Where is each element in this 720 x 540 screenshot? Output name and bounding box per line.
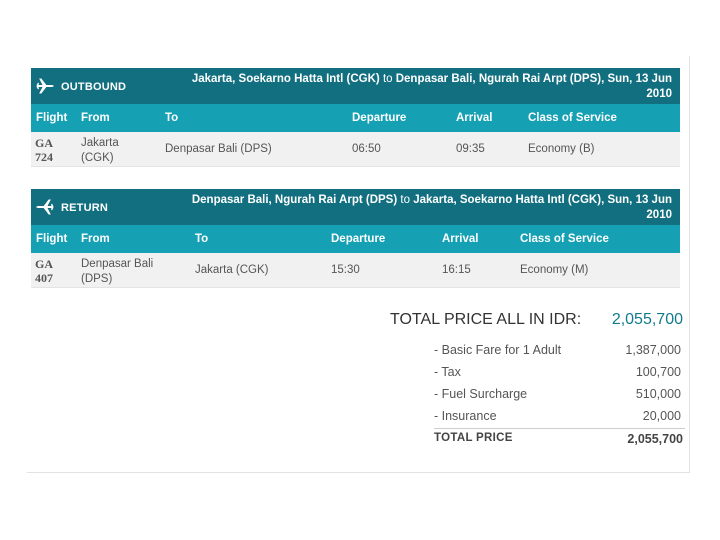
flight-arrival: 16:15 (442, 264, 471, 276)
route-to-word: to (382, 73, 393, 85)
outbound-section: OUTBOUND Jakarta, Soekarno Hatta Intl (C… (31, 68, 680, 167)
col-arrival: Arrival (456, 112, 493, 124)
from-code: (DPS) (81, 273, 113, 285)
breakdown-value: 1,387,000 (625, 343, 681, 357)
outbound-header: OUTBOUND Jakarta, Soekarno Hatta Intl (C… (31, 68, 680, 104)
return-section: RETURN Denpasar Bali, Ngurah Rai Arpt (D… (31, 189, 680, 288)
route-origin: Jakarta, Soekarno Hatta Intl (CGK) (191, 73, 380, 85)
flight-departure: 15:30 (331, 264, 360, 276)
breakdown-value: 100,700 (635, 365, 681, 379)
flight-airline: GA (35, 136, 53, 150)
route-origin: Denpasar Bali, Ngurah Rai Arpt (DPS) (191, 194, 398, 206)
flight-code: 724 (35, 150, 53, 164)
col-class: Class of Service (520, 233, 609, 245)
divider (434, 428, 685, 429)
outbound-label: OUTBOUND (61, 81, 127, 93)
flight-to: Denpasar Bali (DPS) (165, 143, 272, 155)
airplane-icon (36, 199, 54, 215)
breakdown-label: - Fuel Surcharge (434, 387, 528, 401)
from-city: Jakarta (81, 137, 119, 149)
return-label: RETURN (61, 202, 109, 214)
col-flight: Flight (36, 112, 68, 124)
col-arrival: Arrival (442, 233, 479, 245)
col-to: To (195, 233, 209, 245)
price-summary: TOTAL PRICE ALL IN IDR: 2,055,700 - Basi… (390, 311, 685, 423)
outbound-route: Jakarta, Soekarno Hatta Intl (CGK) to De… (172, 72, 672, 102)
flight-to: Jakarta (CGK) (195, 264, 269, 276)
route-to-word: to (400, 194, 410, 206)
breakdown-label: - Insurance (434, 409, 497, 423)
total-headline: TOTAL PRICE ALL IN IDR: 2,055,700 (390, 311, 685, 335)
breakdown-value: 510,000 (635, 387, 681, 401)
breakdown-label: - Tax (434, 365, 461, 379)
flight-number: GA 407 (35, 257, 53, 285)
flight-arrival: 09:35 (456, 143, 485, 155)
flight-airline: GA (35, 257, 53, 271)
col-departure: Departure (352, 112, 407, 124)
breakdown-total-value: 2,055,700 (627, 432, 683, 446)
col-flight: Flight (36, 233, 68, 245)
breakdown-label: - Basic Fare for 1 Adult (434, 343, 562, 357)
return-header: RETURN Denpasar Bali, Ngurah Rai Arpt (D… (31, 189, 680, 225)
breakdown-row: - Basic Fare for 1 Adult 1,387,000 (434, 343, 683, 363)
total-headline-value: 2,055,700 (611, 311, 683, 328)
col-departure: Departure (331, 233, 386, 245)
breakdown-value: 20,000 (642, 409, 681, 423)
return-column-headers: Flight From To Departure Arrival Class o… (31, 225, 680, 253)
total-headline-label: TOTAL PRICE ALL IN IDR: (390, 311, 582, 328)
col-from: From (81, 112, 110, 124)
from-code: (CGK) (81, 152, 114, 164)
outbound-flight-row: GA 724 Jakarta (CGK) Denpasar Bali (DPS) 0… (31, 132, 680, 167)
return-flight-row: GA 407 Denpasar Bali (DPS) Jakarta (CGK) 1… (31, 253, 680, 288)
return-route: Denpasar Bali, Ngurah Rai Arpt (DPS) to … (172, 193, 672, 223)
route-destination: Denpasar Bali, Ngurah Rai Arpt (DPS), Su… (395, 73, 672, 100)
flight-number: GA 724 (35, 136, 53, 164)
breakdown-total-label: TOTAL PRICE (434, 432, 513, 444)
breakdown-row: - Fuel Surcharge 510,000 (434, 387, 683, 407)
route-destination: Jakarta, Soekarno Hatta Intl (CGK), Sun,… (413, 194, 672, 221)
col-from: From (81, 233, 110, 245)
flight-class: Economy (B) (528, 143, 595, 155)
breakdown-row: - Tax 100,700 (434, 365, 683, 385)
col-to: To (165, 112, 179, 124)
flight-from: Jakarta (CGK) (81, 136, 119, 166)
flight-departure: 06:50 (352, 143, 381, 155)
breakdown-row: - Insurance 20,000 (434, 409, 683, 429)
outbound-column-headers: Flight From To Departure Arrival Class o… (31, 104, 680, 132)
from-city: Denpasar Bali (81, 258, 154, 270)
flight-class: Economy (M) (520, 264, 589, 276)
col-class: Class of Service (528, 112, 617, 124)
airplane-icon (36, 78, 54, 94)
flight-code: 407 (35, 271, 53, 285)
flight-from: Denpasar Bali (DPS) (81, 257, 153, 287)
